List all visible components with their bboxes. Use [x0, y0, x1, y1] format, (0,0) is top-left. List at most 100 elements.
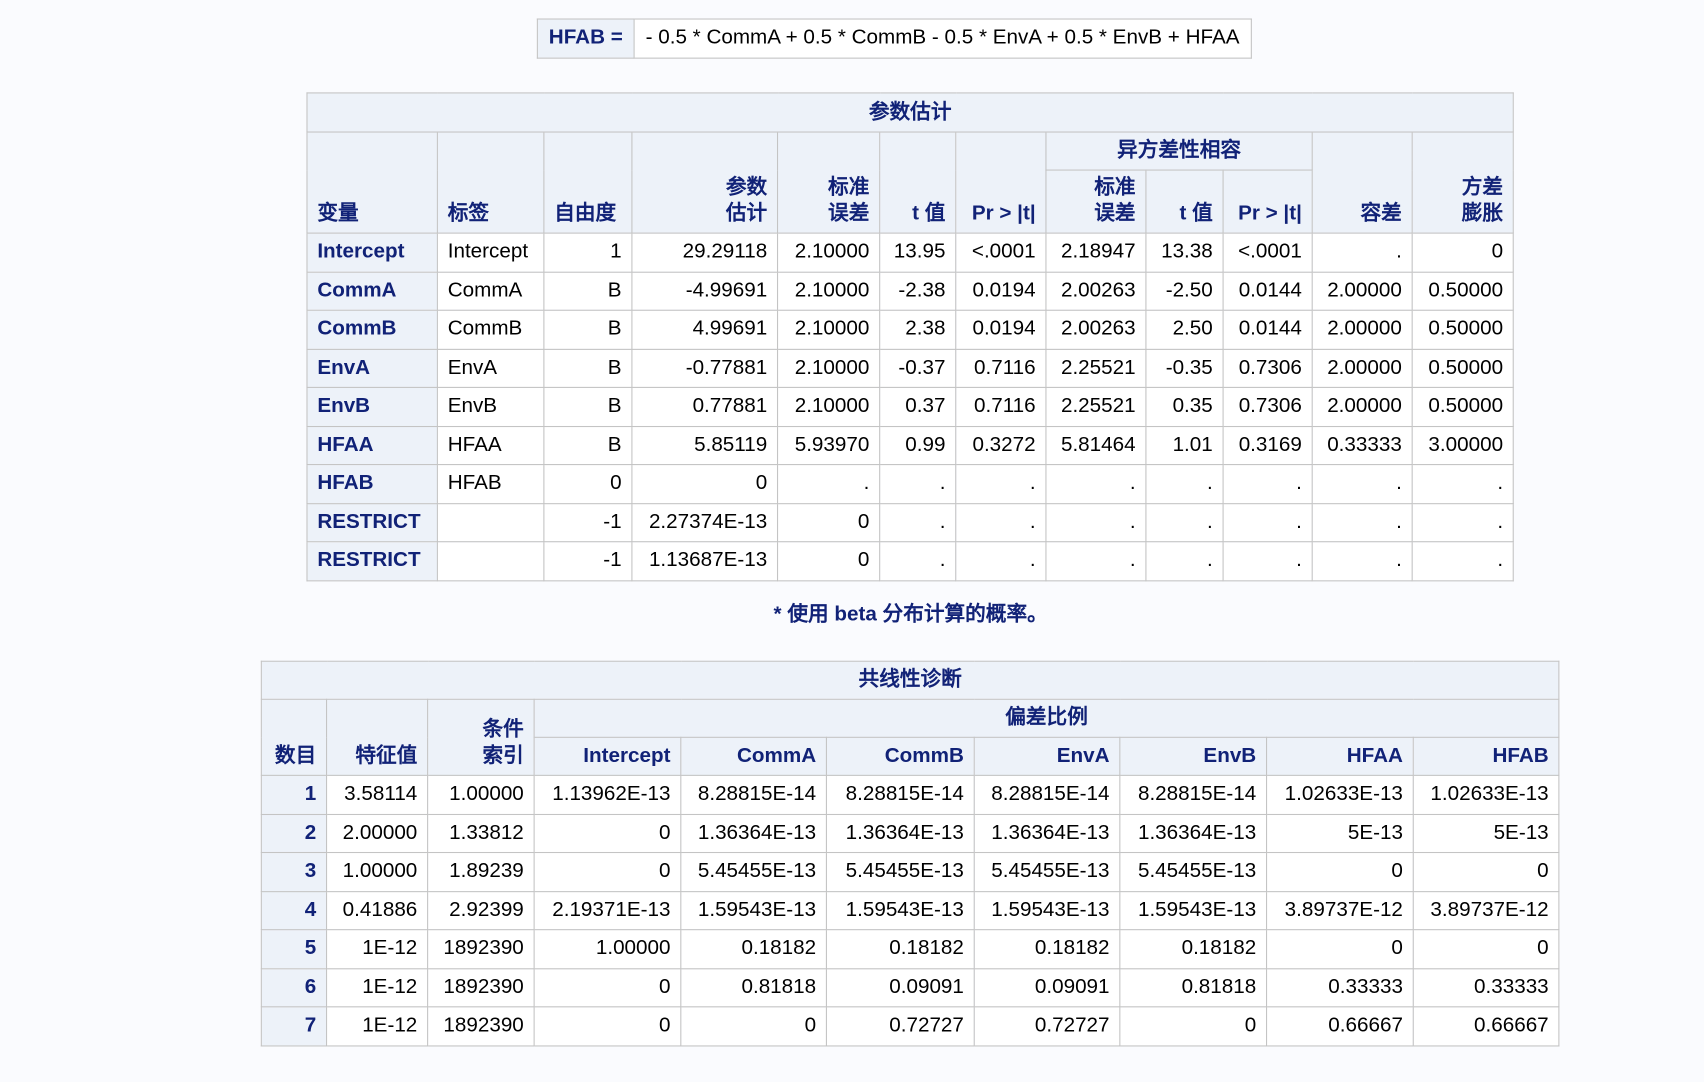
table-cell: 29.29118: [631, 232, 779, 273]
table-cell: 0.50000: [1411, 309, 1514, 350]
table-cell: .: [1311, 502, 1413, 543]
column-header: CommA: [680, 736, 827, 776]
restriction-expression: - 0.5 * CommA + 0.5 * CommB - 0.5 * EnvA…: [633, 18, 1252, 59]
table-cell: 1: [543, 232, 633, 273]
table-cell: 1.36364E-13: [680, 813, 827, 854]
table-cell: 2.00263: [1045, 271, 1147, 311]
table-cell: .: [879, 541, 957, 581]
table-cell: 0.81818: [1119, 967, 1268, 1008]
column-header: HFAA: [1266, 736, 1414, 776]
column-header: Pr > |t|: [955, 131, 1047, 234]
table-cell: B: [543, 386, 633, 427]
table-cell: 0.0144: [1222, 271, 1313, 311]
table-title: 参数估计: [306, 92, 1514, 133]
table-cell: 0.3272: [955, 425, 1047, 466]
column-header: Pr > |t|: [1222, 169, 1313, 234]
table-cell: .: [879, 464, 957, 504]
row-header: 3: [260, 851, 328, 892]
table-cell: 2.92399: [427, 890, 535, 931]
table-cell: 1892390: [427, 929, 535, 969]
column-header: 条件 索引: [427, 698, 535, 776]
row-header: 6: [260, 967, 328, 1008]
table-cell: 5.85119: [631, 425, 779, 466]
column-header: EnvA: [973, 736, 1121, 776]
table-title: 共线性诊断: [260, 660, 1560, 700]
table-cell: 2.00000: [326, 813, 429, 854]
table-cell: 0.09091: [825, 967, 975, 1008]
table-cell: 0.18182: [680, 929, 827, 969]
table-cell: 0.7116: [955, 348, 1047, 388]
table-cell: 8.28815E-14: [1119, 774, 1268, 815]
table-cell: 0.18182: [1119, 929, 1268, 969]
table-cell: 0: [631, 464, 779, 504]
table-cell: 2.00000: [1311, 271, 1413, 311]
table-cell: 5.45455E-13: [680, 851, 827, 892]
table-cell: 0: [776, 502, 881, 543]
table-cell: 1.00000: [533, 929, 682, 969]
table-cell: B: [543, 425, 633, 466]
table-cell: 0.50000: [1411, 386, 1514, 427]
table-cell: .: [1045, 502, 1147, 543]
table-cell: 2.10000: [776, 348, 881, 388]
table-cell: 0.72727: [973, 1006, 1121, 1046]
row-header: EnvA: [306, 348, 438, 388]
table-cell: .: [879, 502, 957, 543]
table-cell: 1E-12: [326, 929, 429, 969]
table-cell: 5.93970: [776, 425, 881, 466]
column-header: CommB: [825, 736, 975, 776]
table-row: RESTRICT -1 2.27374E-13 0.......: [306, 502, 1514, 543]
table-row: RESTRICT -1 1.13687E-13 0.......: [306, 541, 1514, 581]
collinearity-diagnostics-table: 共线性诊断 数目 特征值 条件 索引 偏差比例 Intercept CommA CommB…: [260, 660, 1560, 1046]
table-cell: 1.59543E-13: [973, 890, 1121, 931]
table-cell: .: [1145, 502, 1224, 543]
row-header: RESTRICT: [306, 541, 438, 581]
table-cell: B: [543, 271, 633, 311]
table-cell: 3.89737E-12: [1266, 890, 1414, 931]
table-cell: 0.0144: [1222, 309, 1313, 350]
table-row: 3 1.00000 1.89239 0 5.45455E-13 5.45455E-13 5.…: [260, 851, 1560, 892]
table-row: 7 1E-12 1892390 0 0 0.72727 0.72727 0 0.66667 0.6…: [260, 1006, 1560, 1046]
table-cell: 1.02633E-13: [1412, 774, 1560, 815]
table-cell: 1.36364E-13: [973, 813, 1121, 854]
table-cell: 0: [776, 541, 881, 581]
table-row: Intercept Intercept 1 29.29118 2.10000 13.95 <…: [306, 232, 1514, 273]
table-cell: 0.77881: [631, 386, 779, 427]
row-header: 7: [260, 1006, 328, 1046]
column-header: Intercept: [533, 736, 682, 776]
table-cell: 1.13687E-13: [631, 541, 779, 581]
table-row: 1 3.58114 1.00000 1.13962E-13 8.28815E-14 8.2…: [260, 774, 1560, 815]
table-cell: 1.00000: [326, 851, 429, 892]
table-cell: 2.10000: [776, 386, 881, 427]
table-cell: 1.36364E-13: [1119, 813, 1268, 854]
table-cell: CommA: [436, 271, 545, 311]
table-cell: 1E-12: [326, 967, 429, 1008]
table-cell: 0: [1266, 851, 1414, 892]
column-header: 标准 误差: [1045, 169, 1147, 234]
row-header: 1: [260, 774, 328, 815]
table-cell: 0.41886: [326, 890, 429, 931]
column-header: 数目: [260, 698, 328, 776]
table-cell: 0: [1411, 232, 1514, 273]
column-group-header: 偏差比例: [533, 698, 1560, 738]
table-cell: 5E-13: [1266, 813, 1414, 854]
table-cell: -0.35: [1145, 348, 1224, 388]
table-cell: .: [955, 541, 1047, 581]
table-cell: 1.02633E-13: [1266, 774, 1414, 815]
table-cell: [436, 541, 545, 581]
row-header: HFAB: [306, 464, 438, 504]
table-cell: 0: [1119, 1006, 1268, 1046]
table-cell: 0.18182: [973, 929, 1121, 969]
table-cell: 0.33333: [1412, 967, 1560, 1008]
table-cell: .: [1311, 464, 1413, 504]
table-cell: 0.3169: [1222, 425, 1313, 466]
column-header: t 值: [879, 131, 957, 234]
table-cell: .: [1311, 232, 1413, 273]
table-row: EnvA EnvA B -0.77881 2.10000 -0.37 0.7116 2.255…: [306, 348, 1514, 388]
table-cell: 1.01: [1145, 425, 1224, 466]
table-cell: 5.45455E-13: [1119, 851, 1268, 892]
table-cell: 13.38: [1145, 232, 1224, 273]
table-cell: [436, 502, 545, 543]
table-cell: 1.00000: [427, 774, 535, 815]
table-cell: HFAA: [436, 425, 545, 466]
table-cell: 0.66667: [1266, 1006, 1414, 1046]
